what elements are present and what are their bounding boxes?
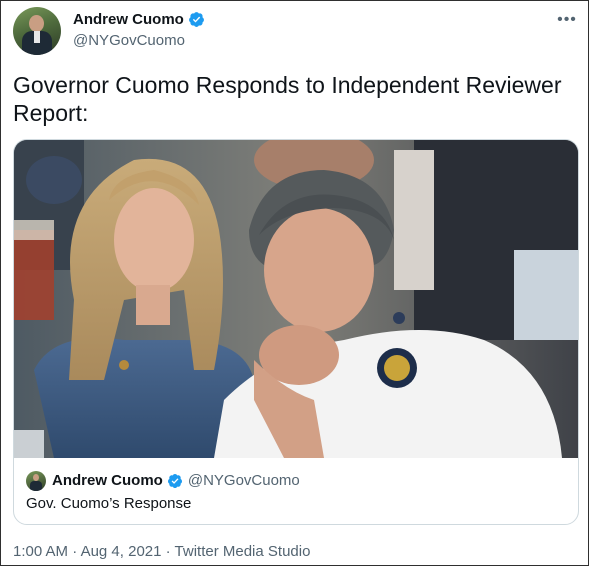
quoted-author-row: Andrew Cuomo @NYGovCuomo bbox=[52, 472, 300, 489]
meta-separator: · bbox=[68, 543, 81, 560]
author-handle[interactable]: @NYGovCuomo bbox=[73, 32, 185, 49]
tweet-text: Governor Cuomo Responds to Independent R… bbox=[13, 72, 562, 126]
quoted-tweet-text: Gov. Cuomo’s Response bbox=[26, 495, 192, 512]
tweet-date[interactable]: Aug 4, 2021 bbox=[81, 543, 162, 560]
more-horizontal-icon[interactable]: ••• bbox=[556, 9, 578, 31]
quoted-tweet-photo[interactable] bbox=[14, 140, 578, 458]
author-display-name[interactable]: Andrew Cuomo bbox=[73, 11, 184, 28]
author-name-row: Andrew Cuomo bbox=[73, 11, 205, 28]
tweet-source[interactable]: Twitter Media Studio bbox=[175, 543, 311, 560]
quoted-author-handle[interactable]: @NYGovCuomo bbox=[188, 472, 300, 489]
quoted-tweet-card[interactable]: Andrew Cuomo @NYGovCuomo Gov. Cuomo’s Re… bbox=[13, 139, 579, 525]
meta-separator: · bbox=[161, 543, 175, 560]
author-avatar[interactable] bbox=[13, 7, 61, 55]
quoted-author-avatar[interactable] bbox=[26, 471, 46, 491]
quoted-author-name[interactable]: Andrew Cuomo bbox=[52, 472, 163, 489]
verified-badge-icon bbox=[167, 473, 182, 488]
tweet-time[interactable]: 1:00 AM bbox=[13, 543, 68, 560]
verified-badge-icon bbox=[188, 12, 204, 27]
tweet-meta: 1:00 AM · Aug 4, 2021 · Twitter Media St… bbox=[13, 543, 310, 560]
tweet-card: Andrew Cuomo @NYGovCuomo ••• Governor Cu… bbox=[0, 0, 589, 566]
